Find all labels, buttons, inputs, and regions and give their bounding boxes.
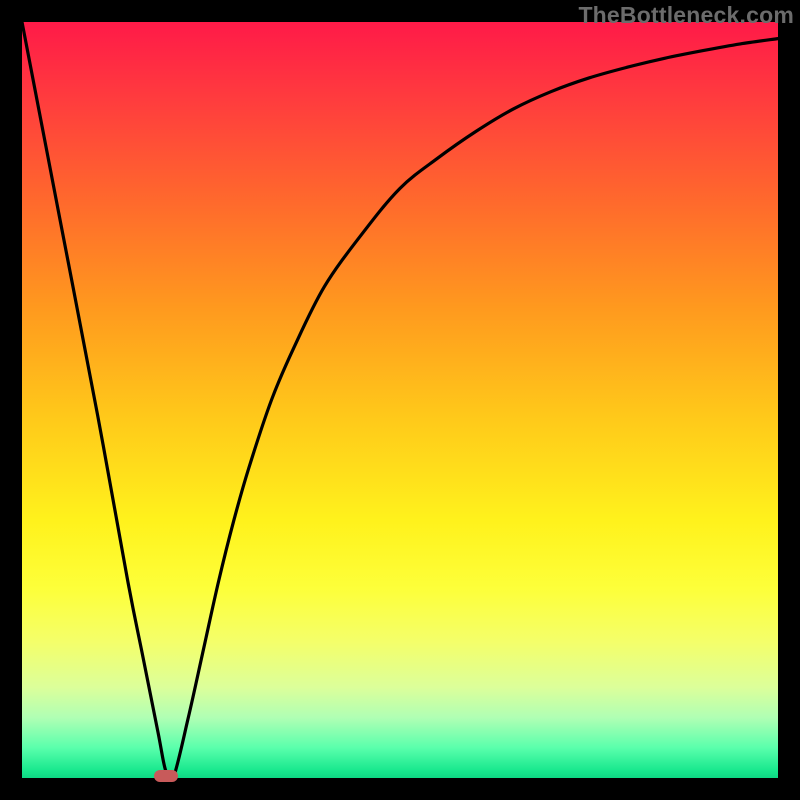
curve-minimum-marker bbox=[154, 770, 178, 782]
watermark-text: TheBottleneck.com bbox=[578, 2, 794, 29]
chart-frame: TheBottleneck.com bbox=[0, 0, 800, 800]
bottleneck-curve bbox=[0, 0, 800, 800]
